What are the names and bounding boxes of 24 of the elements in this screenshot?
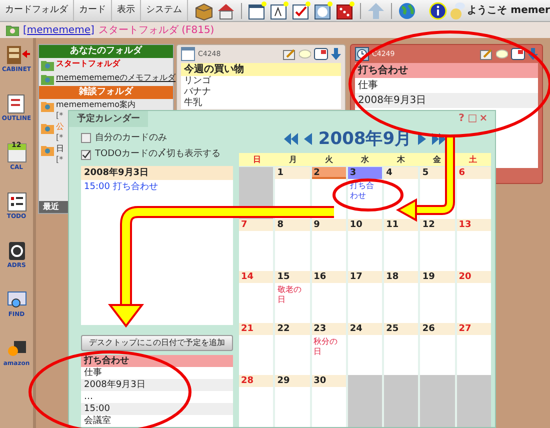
card-line: リンゴ — [183, 76, 212, 87]
card-title: 今週の買い物 — [181, 63, 341, 76]
detail-row: 15:00 — [81, 403, 233, 415]
folder-note: [* — [56, 111, 64, 121]
welcome-text: ようこそ memer — [467, 4, 550, 18]
card-line: 牛乳 — [183, 98, 203, 109]
selected-date: 2008年9月3日 — [81, 166, 233, 180]
window-title: 予定カレンダー — [69, 111, 148, 127]
weekday-header: 火 — [324, 154, 334, 166]
weekday-header: 土 — [468, 154, 478, 166]
weekday-header: 月 — [288, 154, 298, 166]
folder-section-header: あなたのフォルダ — [39, 45, 173, 58]
folder-path: スタートフォルダ (F815) — [98, 24, 214, 38]
card-title: 打ち合わせ — [355, 63, 538, 78]
weekday-header: 水 — [360, 154, 370, 166]
folder-note: [* — [56, 155, 64, 165]
card-line: バナナ — [183, 87, 212, 98]
detail-row: 打ち合わせ — [81, 355, 233, 367]
weekday-header: 金 — [432, 154, 442, 166]
detail-row: 2008年9月3日 — [81, 379, 233, 391]
folder-note: [* — [56, 133, 64, 143]
weekday-header: 木 — [396, 154, 406, 166]
weekday-header: 日 — [252, 154, 262, 166]
folder-section-header: 雑談フォルダ — [39, 86, 173, 99]
